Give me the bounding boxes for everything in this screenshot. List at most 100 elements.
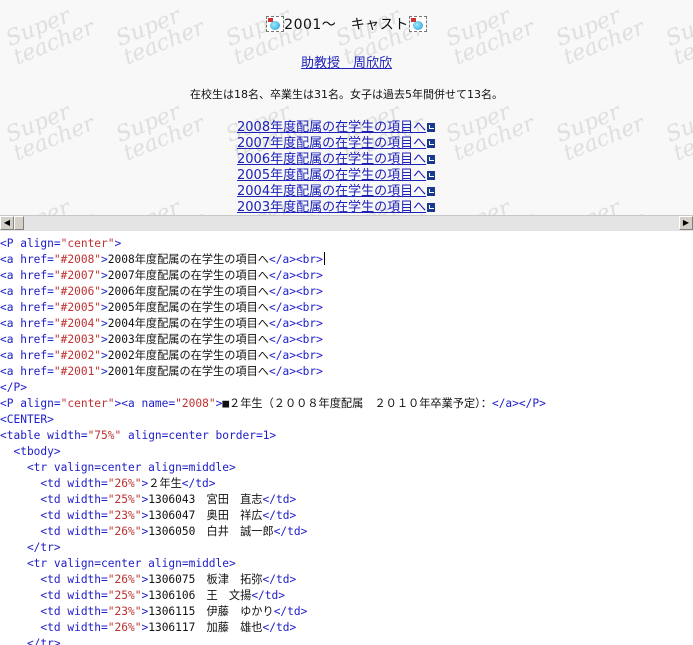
html-tag: <a href= (0, 349, 54, 362)
source-line: <td width="25%">1306043 宮田 直志</td> (0, 492, 296, 508)
source-editor[interactable]: <P align="center"> <a href="#2008">2008年度… (0, 232, 693, 645)
html-tag: > (101, 333, 108, 346)
html-tag: <a href= (0, 301, 54, 314)
watermark-text: Super teacher (112, 99, 209, 167)
html-tag: </td> (262, 621, 297, 634)
line-break-marker-icon (427, 187, 436, 196)
attribute-value: "center" (60, 397, 115, 410)
source-line: <tr valign=center align=middle> (0, 556, 236, 572)
source-line: </tr> (0, 636, 61, 645)
source-line: <a href="#2005">2005年度配属の在学生の項目へ</a><br> (0, 300, 323, 316)
html-tag: <a href= (0, 317, 54, 330)
text-content: 2003年度配属の在学生の項目へ (107, 333, 269, 346)
html-tag: > (101, 253, 108, 266)
source-line: <CENTER> (0, 412, 54, 428)
html-tag: </td> (273, 525, 308, 538)
year-link[interactable]: 2008年度配属の在学生の項目へ (237, 120, 426, 135)
text-content: ２年生 (148, 477, 182, 490)
page-title-text: 2001～ キャスト (284, 17, 409, 33)
watermark-text: Super teacher (2, 192, 98, 215)
source-line: <P align="center"><a name="2008">■２年生（２０… (0, 396, 546, 412)
source-line: <a href="#2001">2001年度配属の在学生の項目へ</a><br> (0, 364, 323, 380)
html-tag: </td> (181, 477, 216, 490)
html-tag: <a href= (0, 269, 54, 282)
line-break-marker-icon (427, 203, 436, 212)
line-break-marker-icon (427, 139, 436, 148)
attribute-value: "#2005" (53, 301, 102, 314)
source-line: <td width="26%">1306050 白井 誠一郎</td> (0, 524, 307, 540)
broken-image-icon (408, 16, 427, 32)
html-tag: </td> (273, 605, 308, 618)
html-tag: <td width= (0, 589, 108, 602)
preview-pane: Super teacher Super teacher Super teacher S… (0, 0, 693, 215)
source-line: <a href="#2004">2004年度配属の在学生の項目へ</a><br> (0, 316, 323, 332)
year-link-row: 2008年度配属の在学生の項目へ (237, 120, 477, 136)
source-line: <td width="23%">1306047 奥田 祥広</td> (0, 508, 296, 524)
source-line: </P> (0, 380, 27, 396)
html-tag: > (114, 237, 122, 250)
html-tag: </td> (262, 509, 297, 522)
watermark-text: Super teacher (552, 99, 649, 167)
year-link[interactable]: 2007年度配属の在学生の項目へ (237, 136, 426, 151)
watermark-text: Super teacher (662, 99, 693, 167)
professor-link[interactable]: 助教授 周欣欣 (301, 56, 392, 71)
year-link[interactable]: 2006年度配属の在学生の項目へ (237, 152, 426, 167)
html-tag: <a href= (0, 365, 54, 378)
horizontal-scrollbar[interactable]: ◀ ▶ (0, 215, 693, 231)
text-content: 1306043 宮田 直志 (148, 493, 263, 506)
source-line: <table width="75%" align=center border=1… (0, 428, 276, 444)
line-break-marker-icon (427, 155, 436, 164)
watermark-text: Super teacher (112, 192, 208, 215)
html-tag: </a><br> (269, 349, 323, 362)
html-tag: <td width= (0, 573, 108, 586)
source-line: <td width="26%">1306075 板津 拓弥</td> (0, 572, 296, 588)
html-tag: </a></P> (491, 397, 546, 410)
line-break-marker-icon (427, 123, 436, 132)
scrollbar-thumb[interactable] (14, 216, 24, 230)
html-tag: <a href= (0, 285, 54, 298)
attribute-value: "#2006" (53, 285, 102, 298)
source-line: <P align="center"> (0, 236, 121, 252)
source-line: <td width="23%">1306115 伊藤 ゆかり</td> (0, 604, 307, 620)
year-link-row: 2005年度配属の在学生の項目へ (237, 168, 477, 184)
year-link[interactable]: 2004年度配属の在学生の項目へ (237, 184, 426, 199)
source-line: <a href="#2008">2008年度配属の在学生の項目へ</a><br> (0, 252, 325, 268)
text-content: ■２年生（２００８年度配属 ２０１０年卒業予定）： (222, 397, 492, 410)
html-tag: <tr valign=center align=middle> (0, 557, 236, 570)
text-content: 1306106 王 文揚 (148, 589, 252, 602)
text-content: 2006年度配属の在学生の項目へ (107, 285, 269, 298)
html-tag: </td> (262, 493, 297, 506)
year-link-row: 2006年度配属の在学生の項目へ (237, 152, 477, 168)
html-tag: > (101, 269, 108, 282)
year-link[interactable]: 2003年度配属の在学生の項目へ (237, 200, 426, 215)
scroll-left-button[interactable]: ◀ (0, 216, 14, 230)
html-tag: > (101, 301, 108, 314)
html-tag: > (101, 285, 108, 298)
watermark-text: Super teacher (662, 192, 693, 215)
page-title: 2001～ キャスト (0, 14, 693, 34)
html-tag: </td> (251, 589, 285, 602)
text-content: 1306047 奥田 祥広 (148, 509, 263, 522)
source-line: <td width="25%">1306106 王 文揚</td> (0, 588, 285, 604)
broken-image-icon (266, 16, 285, 32)
attribute-value: "#2008" (53, 253, 102, 266)
right-arrow-icon: ▶ (682, 218, 690, 227)
html-tag: <CENTER> (0, 413, 54, 426)
source-line: <a href="#2007">2007年度配属の在学生の項目へ</a><br> (0, 268, 323, 284)
html-tag: </a><br> (269, 317, 323, 330)
source-line: </tr> (0, 540, 61, 556)
html-tag: </a><br> (269, 285, 323, 298)
line-break-marker-icon (427, 171, 436, 180)
year-link[interactable]: 2005年度配属の在学生の項目へ (237, 168, 426, 183)
source-line: <a href="#2006">2006年度配属の在学生の項目へ</a><br> (0, 284, 323, 300)
html-tag: <td width= (0, 493, 108, 506)
text-content: 2007年度配属の在学生の項目へ (107, 269, 269, 282)
text-content: 2008年度配属の在学生の項目へ (107, 253, 269, 266)
text-content: 1306117 加藤 雄也 (148, 621, 263, 634)
html-tag: ><a name= (114, 397, 176, 410)
attribute-value: "center" (60, 237, 115, 250)
text-content: 1306050 白井 誠一郎 (148, 525, 274, 538)
attribute-value: "23%" (107, 509, 142, 522)
html-tag: > (101, 365, 108, 378)
scroll-right-button[interactable]: ▶ (679, 216, 693, 230)
